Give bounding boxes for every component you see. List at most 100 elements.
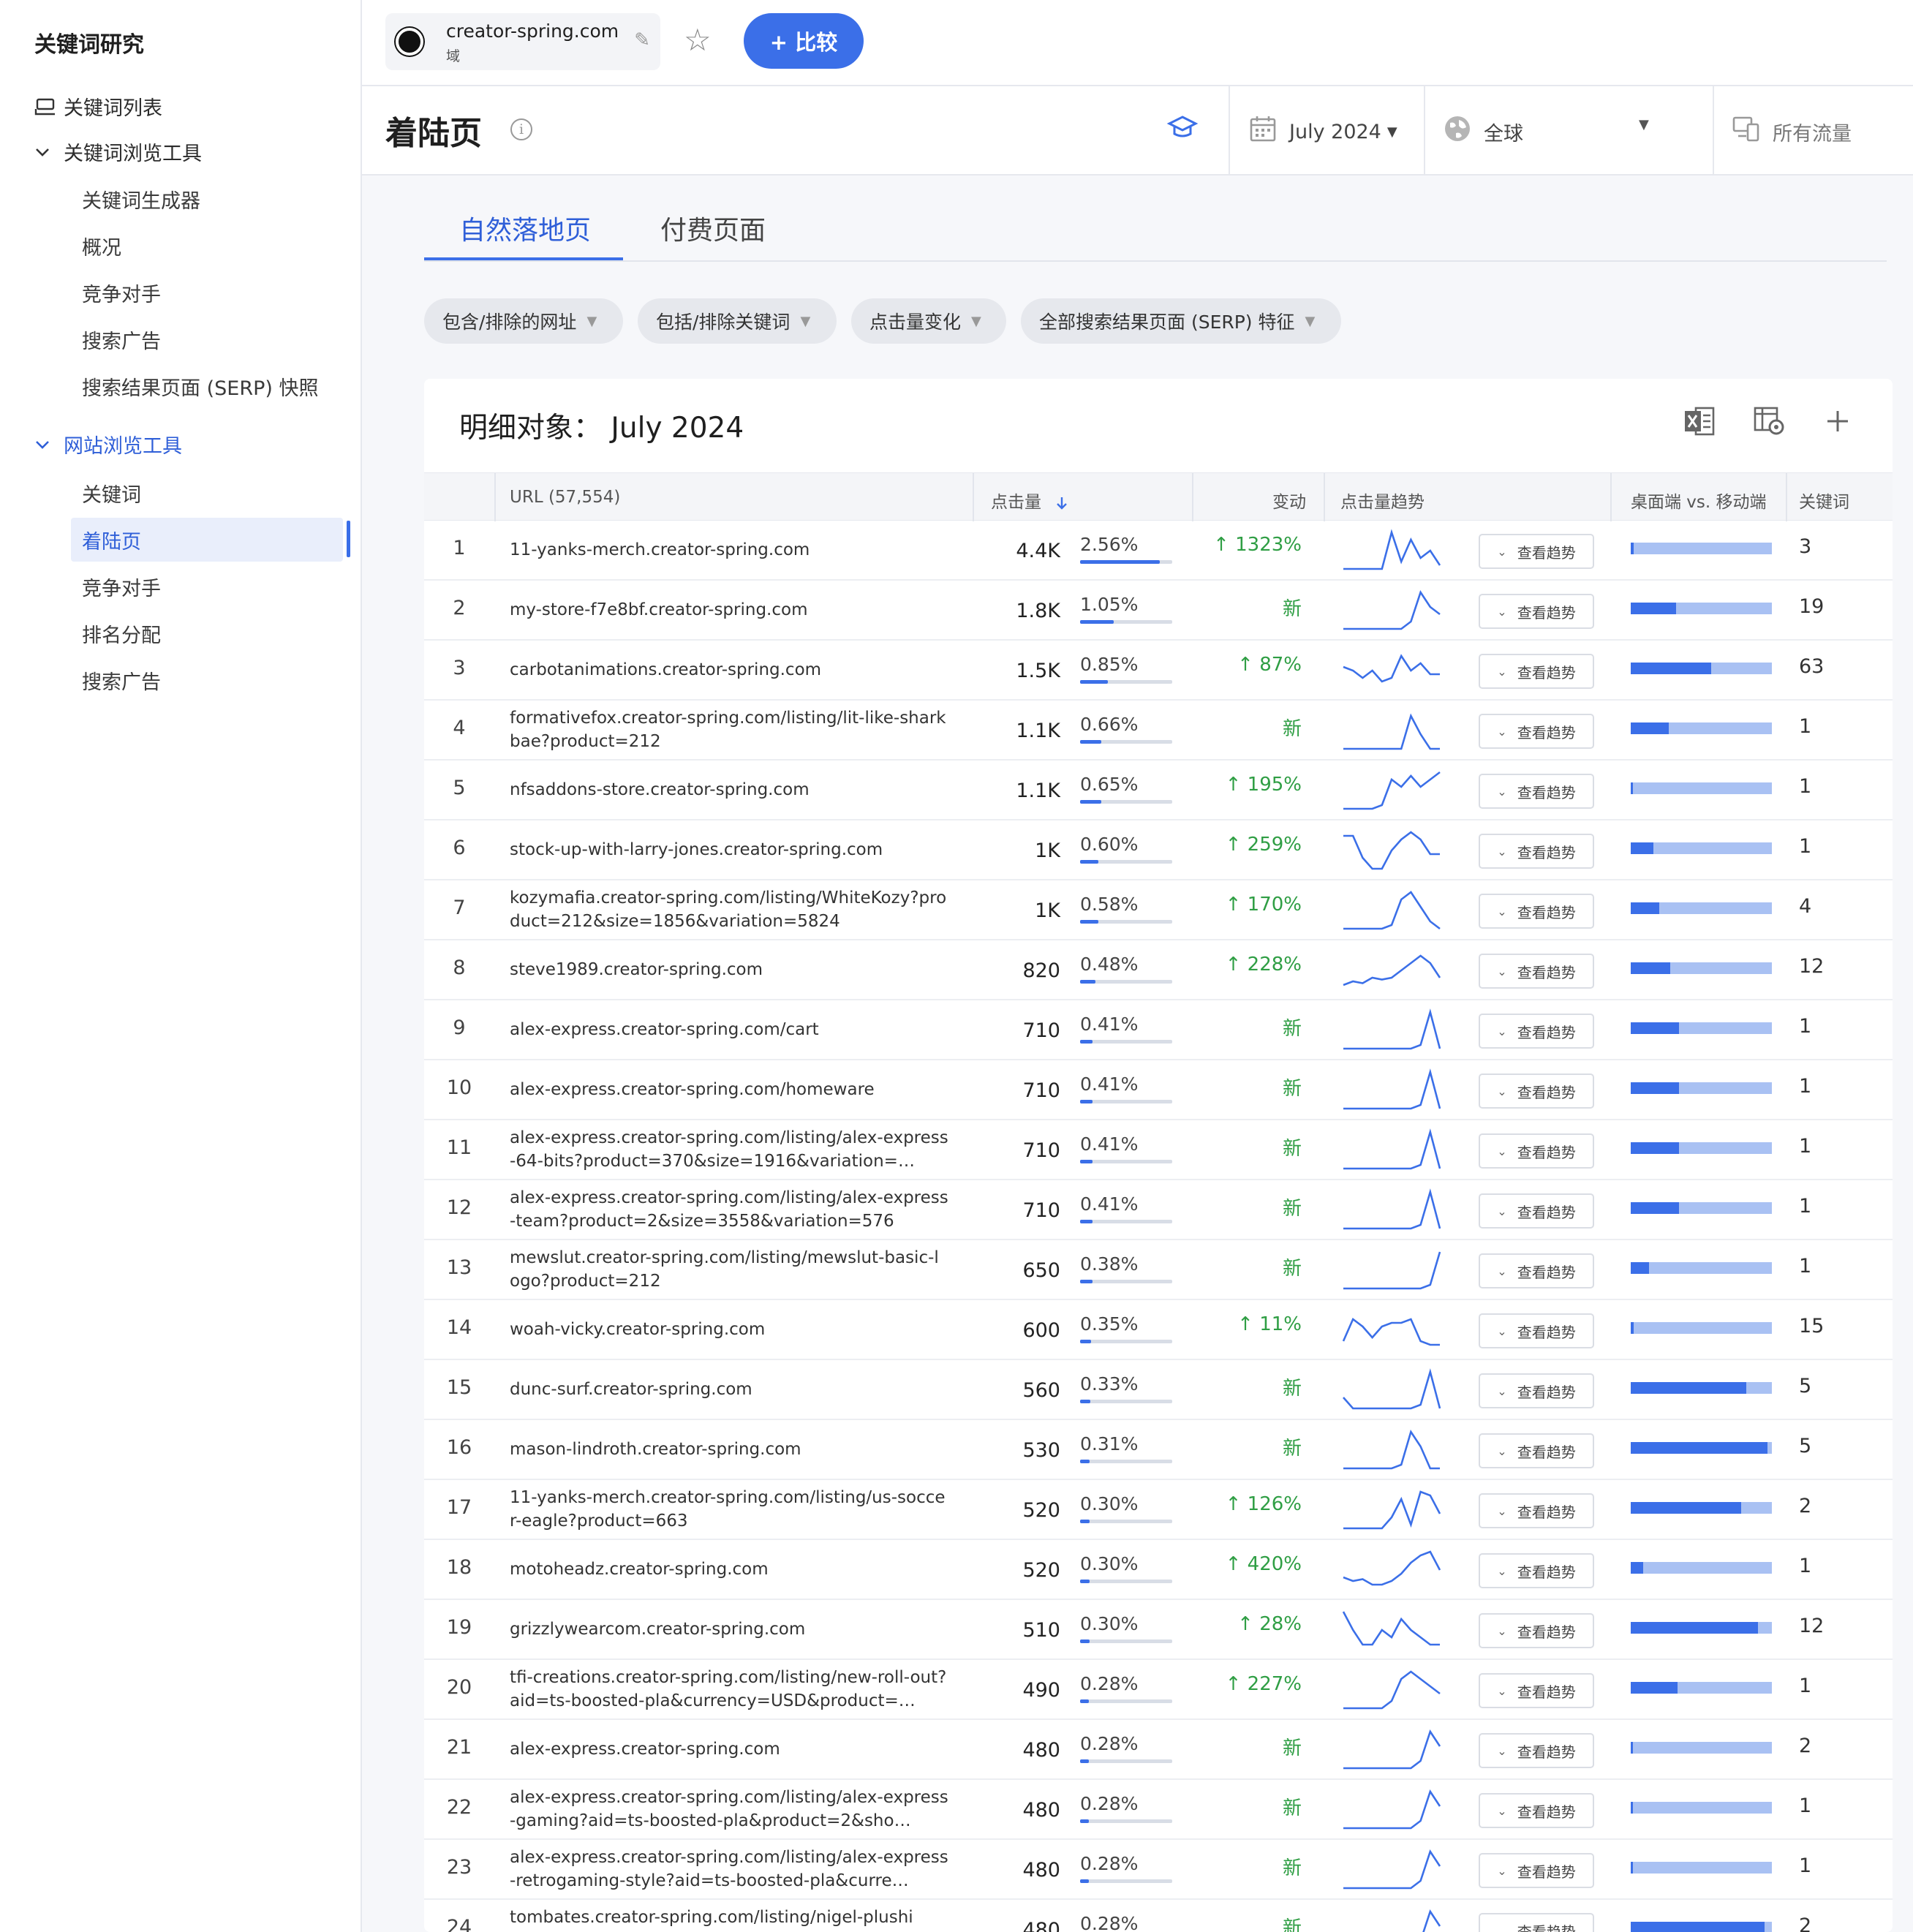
table-row[interactable]: 5 nfsaddons-store.creator-spring.com 1.1K 0… xyxy=(424,761,1893,820)
header-change[interactable]: 变动 xyxy=(1272,488,1306,513)
view-trend-button[interactable]: ⌄ 查看趋势 xyxy=(1479,1553,1594,1588)
row-keywords[interactable]: 63 xyxy=(1799,655,1824,678)
row-keywords[interactable]: 1 xyxy=(1799,1195,1811,1218)
table-row[interactable]: 3 carbotanimations.creator-spring.com 1.5K… xyxy=(424,641,1893,701)
view-trend-button[interactable]: ⌄ 查看趋势 xyxy=(1479,654,1594,689)
header-clicks[interactable]: 点击量 xyxy=(991,488,1068,513)
row-url[interactable]: tombates.creator-spring.com/listing/nige… xyxy=(510,1906,948,1929)
view-trend-button[interactable]: ⌄ 查看趋势 xyxy=(1479,1073,1594,1109)
view-trend-button[interactable]: ⌄ 查看趋势 xyxy=(1479,834,1594,869)
row-keywords[interactable]: 1 xyxy=(1799,1255,1811,1278)
row-url[interactable]: formativefox.creator-spring.com/listing/… xyxy=(510,706,948,753)
row-keywords[interactable]: 19 xyxy=(1799,595,1824,618)
row-url[interactable]: carbotanimations.creator-spring.com xyxy=(510,658,948,682)
view-trend-button[interactable]: ⌄ 查看趋势 xyxy=(1479,1133,1594,1169)
row-url[interactable]: alex-express.creator-spring.com/listing/… xyxy=(510,1186,948,1233)
view-trend-button[interactable]: ⌄ 查看趋势 xyxy=(1479,1014,1594,1049)
row-url[interactable]: mason-lindroth.creator-spring.com xyxy=(510,1438,948,1461)
row-url[interactable]: alex-express.creator-spring.com xyxy=(510,1737,948,1761)
row-url[interactable]: my-store-f7e8bf.creator-spring.com xyxy=(510,598,948,622)
filter-click-change[interactable]: 点击量变化 ▼ xyxy=(851,298,1006,344)
view-trend-button[interactable]: ⌄ 查看趋势 xyxy=(1479,594,1594,629)
row-keywords[interactable]: 2 xyxy=(1799,1495,1811,1517)
row-keywords[interactable]: 12 xyxy=(1799,1615,1824,1637)
view-trend-button[interactable]: ⌄ 查看趋势 xyxy=(1479,1673,1594,1708)
row-keywords[interactable]: 1 xyxy=(1799,1675,1811,1697)
row-keywords[interactable]: 2 xyxy=(1799,1735,1811,1757)
view-trend-button[interactable]: ⌄ 查看趋势 xyxy=(1479,894,1594,929)
view-trend-button[interactable]: ⌄ 查看趋势 xyxy=(1479,774,1594,809)
table-row[interactable]: 13 mewslut.creator-spring.com/listing/mew… xyxy=(424,1240,1893,1300)
row-url[interactable]: alex-express.creator-spring.com/cart xyxy=(510,1018,948,1041)
table-row[interactable]: 4 formativefox.creator-spring.com/listing… xyxy=(424,701,1893,761)
view-trend-button[interactable]: ⌄ 查看趋势 xyxy=(1479,1613,1594,1648)
sidebar-item-keyword-generator[interactable]: 关键词生成器 xyxy=(82,185,200,214)
row-url[interactable]: alex-express.creator-spring.com/listing/… xyxy=(510,1786,948,1833)
view-trend-button[interactable]: ⌄ 查看趋势 xyxy=(1479,1793,1594,1828)
row-keywords[interactable]: 1 xyxy=(1799,1075,1811,1098)
table-row[interactable]: 24 tombates.creator-spring.com/listing/ni… xyxy=(424,1900,1893,1932)
row-keywords[interactable]: 1 xyxy=(1799,1854,1811,1877)
row-keywords[interactable]: 3 xyxy=(1799,535,1811,558)
sidebar-item-overview[interactable]: 概况 xyxy=(82,232,121,260)
view-trend-button[interactable]: ⌄ 查看趋势 xyxy=(1479,1433,1594,1468)
table-row[interactable]: 14 woah-vicky.creator-spring.com 600 0.35% ↑… xyxy=(424,1300,1893,1360)
sidebar-item-competitors[interactable]: 竞争对手 xyxy=(82,279,161,307)
row-url[interactable]: dunc-surf.creator-spring.com xyxy=(510,1378,948,1401)
view-trend-button[interactable]: ⌄ 查看趋势 xyxy=(1479,714,1594,749)
filter-serp-features[interactable]: 全部搜索结果页面 (SERP) 特征 ▼ xyxy=(1021,298,1341,344)
table-row[interactable]: 11 alex-express.creator-spring.com/listin… xyxy=(424,1120,1893,1180)
table-row[interactable]: 10 alex-express.creator-spring.com/homewa… xyxy=(424,1060,1893,1120)
table-row[interactable]: 20 tfi-creations.creator-spring.com/listi… xyxy=(424,1660,1893,1720)
view-trend-button[interactable]: ⌄ 查看趋势 xyxy=(1479,1913,1594,1932)
sidebar-item-serp-snapshot[interactable]: 搜索结果页面 (SERP) 快照 xyxy=(82,372,318,401)
view-trend-button[interactable]: ⌄ 查看趋势 xyxy=(1479,1733,1594,1768)
column-settings-icon[interactable] xyxy=(1753,405,1786,445)
sidebar-item-site-search-ads[interactable]: 搜索广告 xyxy=(82,666,161,695)
sidebar-item-site-competitors[interactable]: 竞争对手 xyxy=(82,573,161,601)
row-url[interactable]: steve1989.creator-spring.com xyxy=(510,958,948,981)
table-row[interactable]: 7 kozymafia.creator-spring.com/listing/Wh… xyxy=(424,880,1893,940)
sidebar-item-rank-distribution[interactable]: 排名分配 xyxy=(82,619,161,648)
sidebar-item-keyword-list[interactable]: 关键词列表 xyxy=(34,92,162,121)
row-url[interactable]: kozymafia.creator-spring.com/listing/Whi… xyxy=(510,886,948,933)
table-row[interactable]: 8 steve1989.creator-spring.com 820 0.48% ↑ 2… xyxy=(424,940,1893,1000)
row-url[interactable]: grizzlywearcom.creator-spring.com xyxy=(510,1618,948,1641)
row-url[interactable]: motoheadz.creator-spring.com xyxy=(510,1558,948,1581)
view-trend-button[interactable]: ⌄ 查看趋势 xyxy=(1479,1373,1594,1408)
view-trend-button[interactable]: ⌄ 查看趋势 xyxy=(1479,1493,1594,1528)
row-url[interactable]: 11-yanks-merch.creator-spring.com/listin… xyxy=(510,1486,948,1533)
row-keywords[interactable]: 1 xyxy=(1799,1135,1811,1158)
table-row[interactable]: 23 alex-express.creator-spring.com/listin… xyxy=(424,1840,1893,1900)
row-url[interactable]: alex-express.creator-spring.com/homeware xyxy=(510,1078,948,1101)
table-row[interactable]: 16 mason-lindroth.creator-spring.com 530 0.… xyxy=(424,1420,1893,1480)
row-keywords[interactable]: 1 xyxy=(1799,715,1811,738)
row-keywords[interactable]: 1 xyxy=(1799,775,1811,798)
excel-export-icon[interactable] xyxy=(1683,405,1716,445)
view-trend-button[interactable]: ⌄ 查看趋势 xyxy=(1479,1193,1594,1229)
table-row[interactable]: 6 stock-up-with-larry-jones.creator-sprin… xyxy=(424,820,1893,880)
row-url[interactable]: nfsaddons-store.creator-spring.com xyxy=(510,778,948,801)
row-url[interactable]: mewslut.creator-spring.com/listing/mewsl… xyxy=(510,1246,948,1293)
table-row[interactable]: 22 alex-express.creator-spring.com/listin… xyxy=(424,1780,1893,1840)
tab-organic[interactable]: 自然落地页 xyxy=(459,209,591,247)
filter-keywords[interactable]: 包括/排除关键词 ▼ xyxy=(638,298,837,344)
compare-button[interactable]: + 比较 xyxy=(744,13,864,69)
add-icon[interactable] xyxy=(1823,405,1852,445)
row-keywords[interactable]: 1 xyxy=(1799,1015,1811,1038)
table-row[interactable]: 18 motoheadz.creator-spring.com 520 0.30% ↑ … xyxy=(424,1540,1893,1600)
view-trend-button[interactable]: ⌄ 查看趋势 xyxy=(1479,534,1594,569)
row-keywords[interactable]: 15 xyxy=(1799,1315,1824,1337)
academy-icon[interactable] xyxy=(1166,113,1199,149)
table-row[interactable]: 21 alex-express.creator-spring.com 480 0.28… xyxy=(424,1720,1893,1780)
row-keywords[interactable]: 4 xyxy=(1799,895,1811,918)
table-row[interactable]: 2 my-store-f7e8bf.creator-spring.com 1.8K 1… xyxy=(424,581,1893,641)
row-keywords[interactable]: 1 xyxy=(1799,835,1811,858)
row-url[interactable]: alex-express.creator-spring.com/listing/… xyxy=(510,1126,948,1173)
pencil-icon[interactable]: ✎ xyxy=(634,29,650,51)
row-url[interactable]: stock-up-with-larry-jones.creator-spring… xyxy=(510,838,948,861)
sidebar-item-search-ads[interactable]: 搜索广告 xyxy=(82,325,161,354)
row-keywords[interactable]: 12 xyxy=(1799,955,1824,978)
view-trend-button[interactable]: ⌄ 查看趋势 xyxy=(1479,1313,1594,1348)
star-icon[interactable]: ☆ xyxy=(684,22,712,58)
